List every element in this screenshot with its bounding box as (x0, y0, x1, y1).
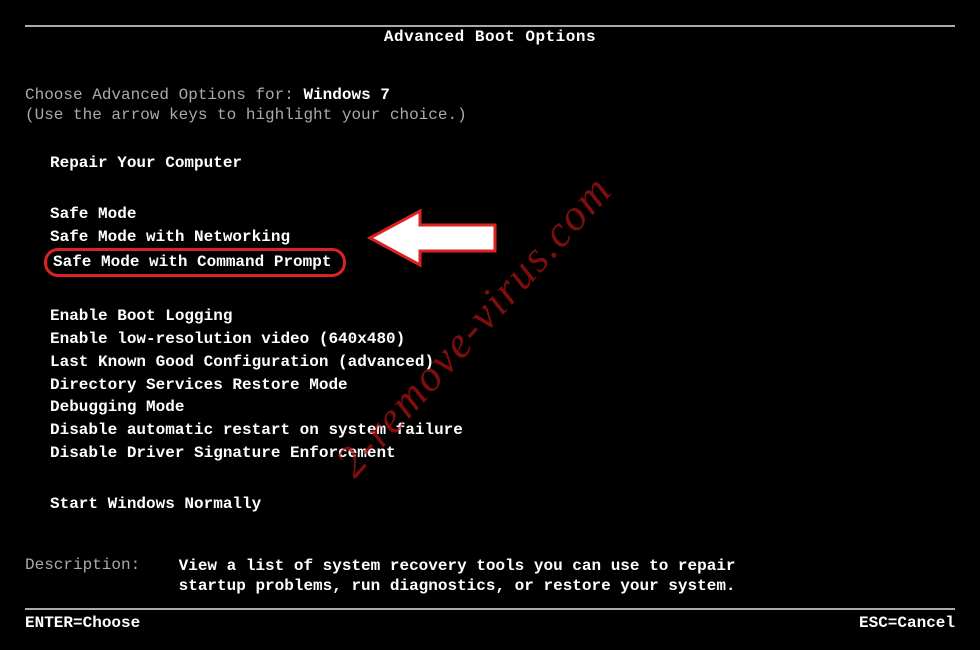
arrow-annotation-icon (365, 203, 505, 273)
boot-options-screen: Advanced Boot Options Choose Advanced Op… (0, 0, 980, 650)
menu-safe-mode-cmd[interactable]: Safe Mode with Command Prompt (53, 252, 331, 272)
footer-bar: ENTER=Choose ESC=Cancel (25, 614, 955, 632)
description-block: Description: View a list of system recov… (25, 556, 955, 598)
bottom-divider (25, 608, 955, 610)
menu-directory-services-restore[interactable]: Directory Services Restore Mode (50, 374, 955, 397)
choose-line: Choose Advanced Options for: Windows 7 (25, 86, 955, 104)
menu-repair-computer[interactable]: Repair Your Computer (50, 152, 955, 175)
page-title: Advanced Boot Options (25, 28, 955, 46)
highlight-annotation: Safe Mode with Command Prompt (44, 248, 346, 277)
top-divider (25, 25, 955, 27)
menu-start-normally[interactable]: Start Windows Normally (50, 493, 955, 516)
menu-last-known-good[interactable]: Last Known Good Configuration (advanced) (50, 351, 955, 374)
description-label: Description: (25, 556, 179, 598)
menu-disable-auto-restart[interactable]: Disable automatic restart on system fail… (50, 419, 955, 442)
menu-debugging-mode[interactable]: Debugging Mode (50, 396, 955, 419)
menu-disable-driver-sig[interactable]: Disable Driver Signature Enforcement (50, 442, 955, 465)
footer-esc: ESC=Cancel (859, 614, 955, 632)
menu-low-res-video[interactable]: Enable low-resolution video (640x480) (50, 328, 955, 351)
choose-prefix: Choose Advanced Options for: (25, 86, 303, 104)
footer-enter: ENTER=Choose (25, 614, 140, 632)
os-name: Windows 7 (303, 86, 389, 104)
arrow-keys-hint: (Use the arrow keys to highlight your ch… (25, 106, 955, 124)
description-text: View a list of system recovery tools you… (179, 556, 739, 598)
menu-boot-logging[interactable]: Enable Boot Logging (50, 305, 955, 328)
